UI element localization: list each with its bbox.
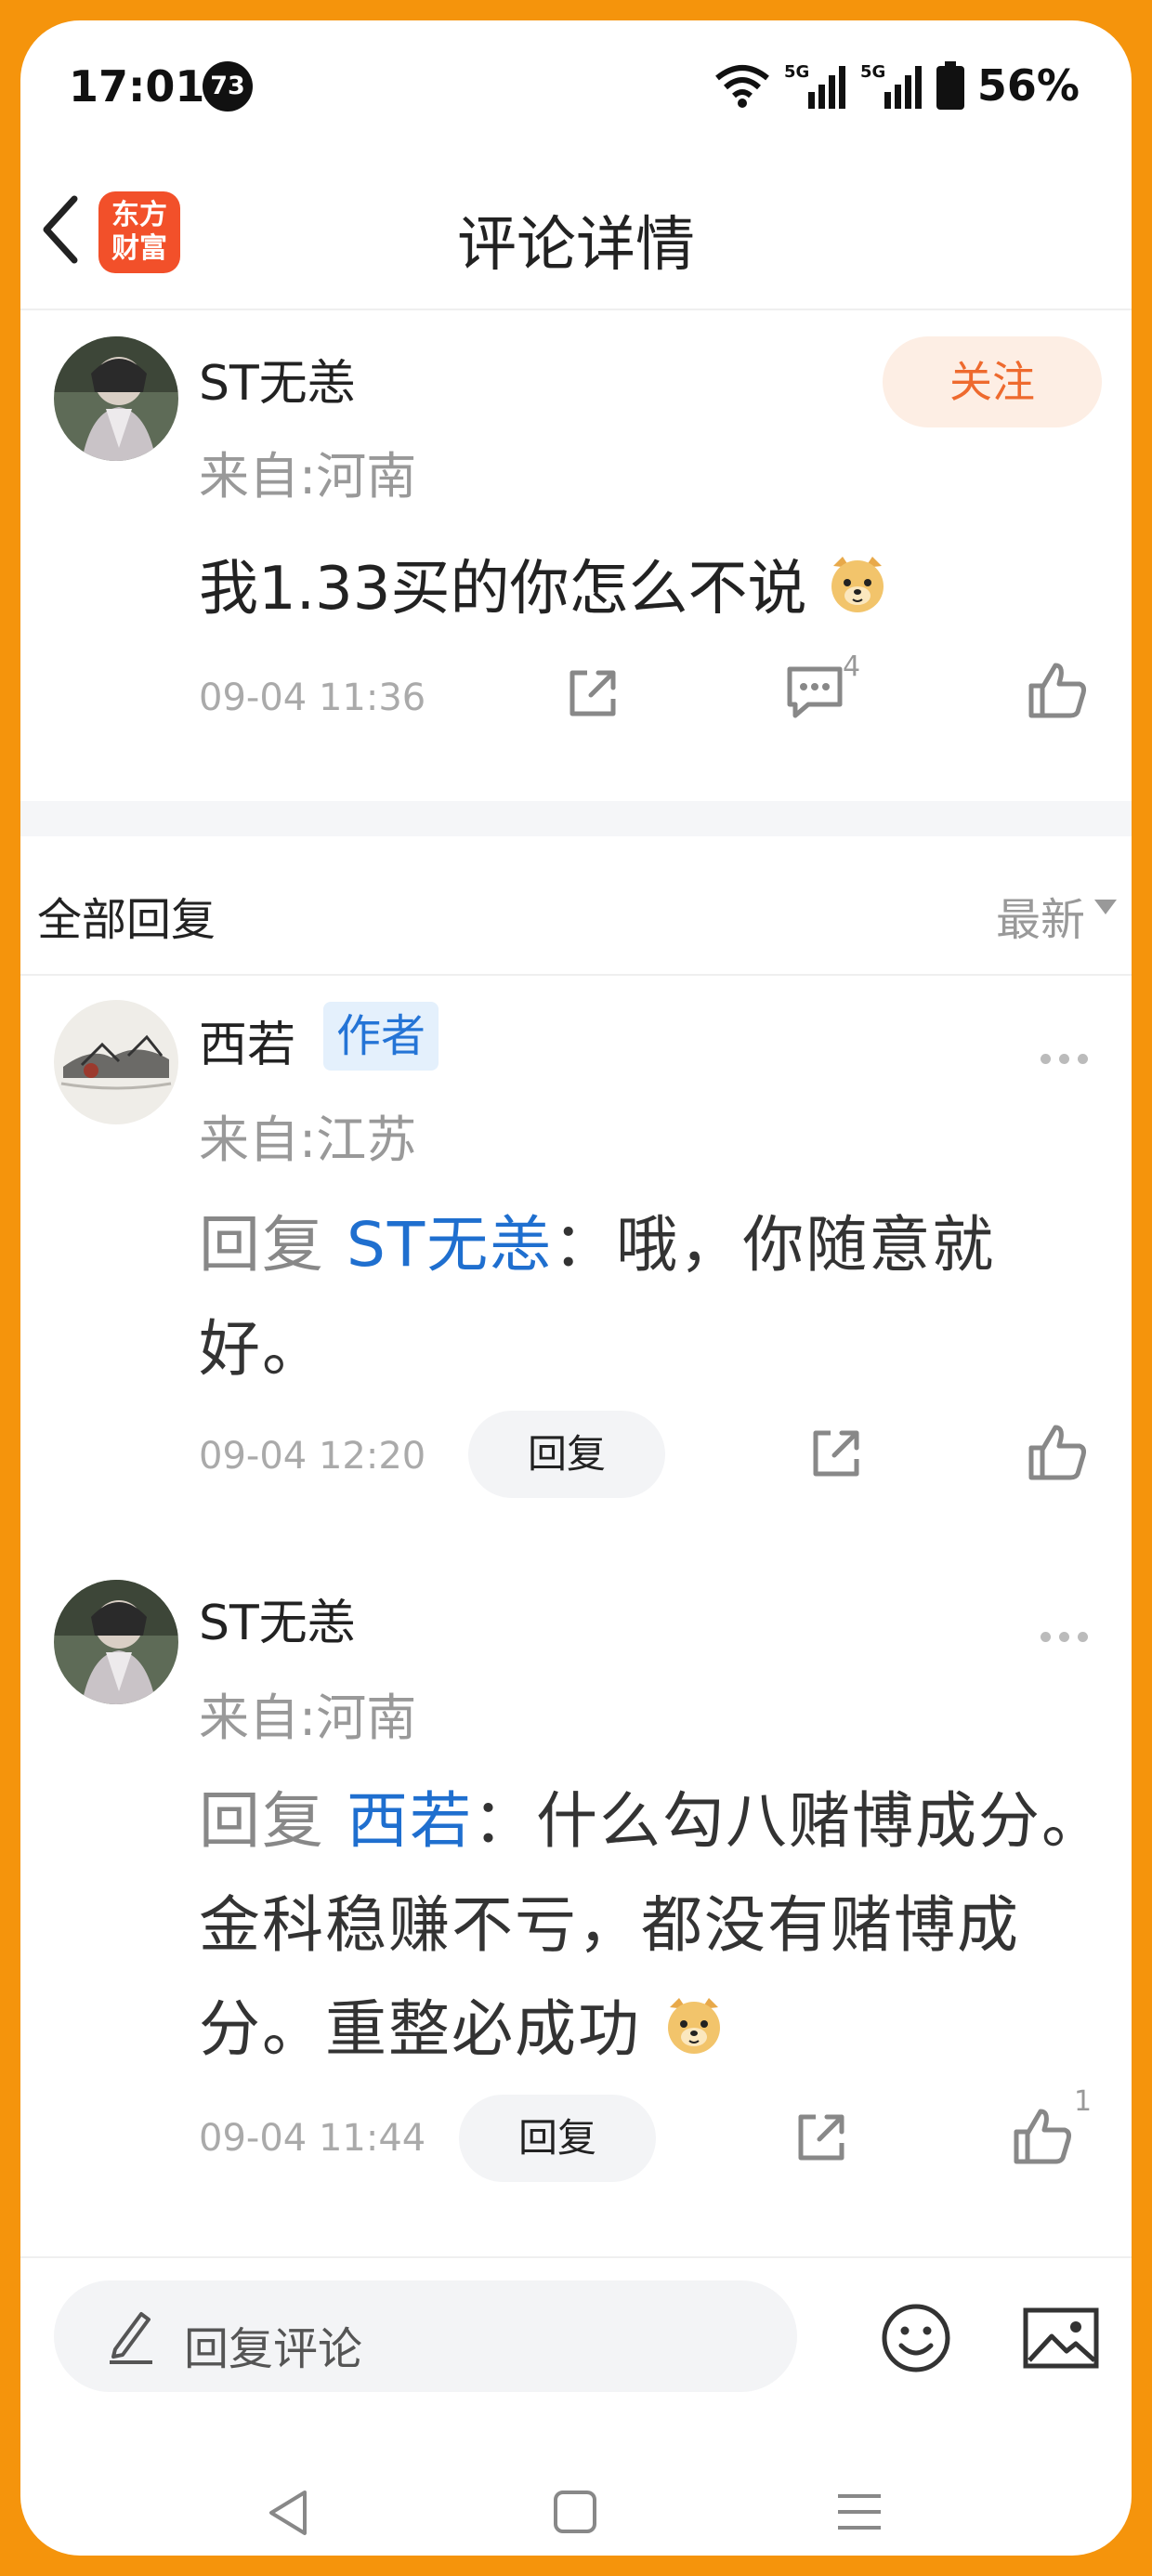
more-icon[interactable] [1041,1050,1098,1064]
battery-percent: 56% [976,60,1080,111]
like-icon[interactable] [1026,1420,1089,1483]
comment-icon[interactable] [784,662,845,723]
replies-divider [20,974,1132,976]
comment-author-name[interactable]: ST无恙 [199,344,356,414]
bottom-divider [20,2256,1132,2258]
reply-mention-link[interactable]: ST无恙 [347,1209,553,1281]
reply-time: 09-04 11:44 [199,2117,426,2160]
reply-content: ：什么勾八赌博成分。金科稳赚不亏，都没有赌博成分。重整必成功 [199,1785,1105,2065]
header-divider [20,309,1132,310]
avatar-image [54,336,178,461]
like-count: 1 [1074,2085,1093,2118]
avatar[interactable] [54,1580,178,1704]
reply-input[interactable] [54,2280,797,2392]
reply-author-name[interactable]: 西若 [199,1005,295,1075]
reply-button[interactable]: 回复 [468,1411,665,1498]
battery-icon [936,61,964,110]
comment-text: 我1.33买的你怎么不说 [199,541,889,626]
more-icon[interactable] [1041,1628,1098,1642]
phone-screen: 17:01 73 5G 5G 56% 东方 财富 评论详情 ST无恙 来自:河南… [20,20,1132,2556]
reply-text: 回复 ST无恙：哦，你随意就好。 [199,1193,1119,1401]
like-icon[interactable] [1011,2104,1074,2167]
section-gap [20,801,1132,836]
page-title: 评论详情 [457,211,695,280]
author-badge: 作者 [323,1002,439,1071]
comment-count: 4 [843,651,861,683]
share-icon[interactable] [803,1420,870,1487]
signal-5g-icon: 5G [784,62,845,109]
emoji-icon[interactable] [879,2301,953,2375]
share-icon[interactable] [559,660,626,727]
status-time: 17:01 [69,61,205,112]
caret-down-icon[interactable] [1094,900,1117,914]
notification-badge: 73 [203,61,253,112]
wifi-icon [714,65,769,108]
image-icon[interactable] [1022,2305,1100,2372]
like-icon[interactable] [1026,658,1089,721]
reply-text: 回复 西若：什么勾八赌博成分。金科稳赚不亏，都没有赌博成分。重整必成功 [199,1769,1119,2082]
emoji-doge-icon [831,557,884,612]
avatar[interactable] [54,1000,178,1124]
follow-button[interactable]: 关注 [883,336,1102,427]
status-icons: 5G 5G 56% [713,58,1080,113]
reply-prefix: 回复 [199,1209,325,1281]
sort-dropdown[interactable]: 最新 [996,883,1085,948]
comment-time: 09-04 11:36 [199,677,426,719]
share-icon[interactable] [788,2104,855,2171]
emoji-doge-icon [667,1998,720,2054]
comment-text-content: 我1.33买的你怎么不说 [199,555,807,624]
nav-home-icon[interactable] [552,2489,598,2535]
nav-menu-icon[interactable] [834,2491,884,2533]
svg-text:5G: 5G [784,62,809,82]
reply-time: 09-04 12:20 [199,1435,426,1478]
status-bar: 17:01 73 5G 5G 56% [20,20,1132,132]
all-replies-label: 全部回复 [37,894,216,946]
system-nav-bar [20,2464,1132,2556]
pencil-icon [110,2312,152,2364]
avatar-image [54,1000,178,1124]
signal-5g-icon: 5G [860,62,922,109]
reply-location: 来自:河南 [199,1689,417,1747]
comment-location: 来自:河南 [199,447,417,506]
reply-button[interactable]: 回复 [459,2095,656,2182]
nav-back-icon[interactable] [264,2487,312,2539]
reply-location: 来自:江苏 [199,1111,417,1169]
avatar-image [54,1580,178,1704]
top-bar: 东方 财富 评论详情 [20,160,1132,309]
reply-input-placeholder[interactable]: 回复评论 [184,2312,362,2377]
avatar[interactable] [54,336,178,461]
reply-author-name[interactable]: ST无恙 [199,1584,356,1653]
reply-mention-link[interactable]: 西若 [347,1785,473,1857]
reply-prefix: 回复 [199,1785,325,1857]
svg-text:5G: 5G [860,62,885,82]
